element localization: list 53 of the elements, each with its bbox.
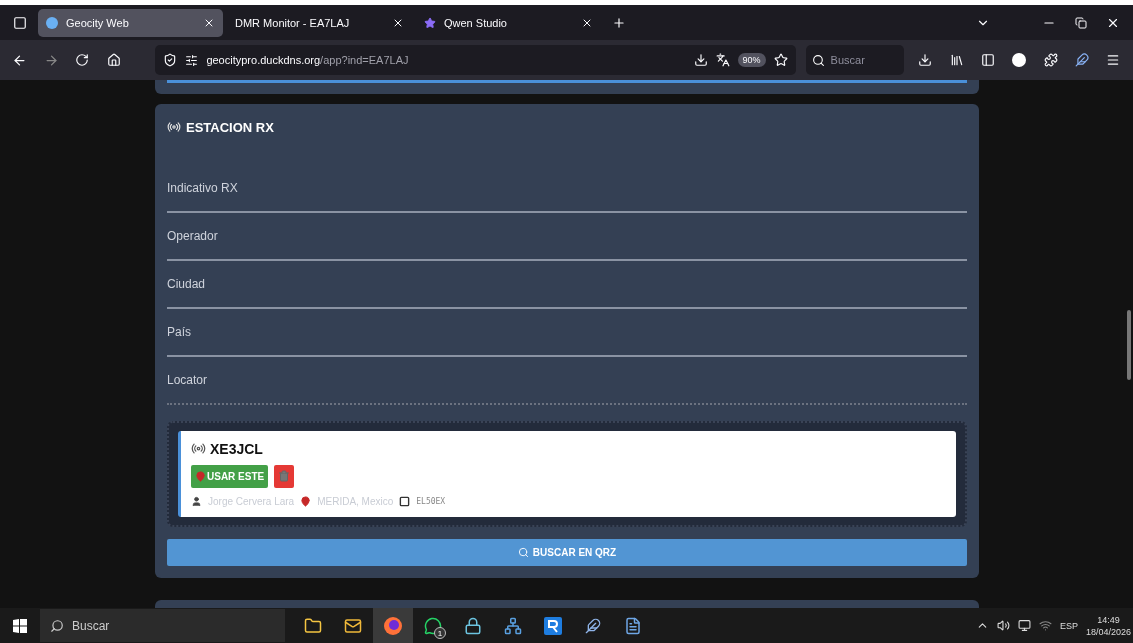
address-bar[interactable]: geocitypro.duckdns.org/app?ind=EA7LAJ 90% (155, 45, 796, 75)
locator-code: EL50EX (416, 496, 446, 506)
language-indicator[interactable]: ESP (1059, 620, 1078, 631)
input-field[interactable]: Ciudad (167, 260, 967, 309)
monitor-icon[interactable] (1017, 619, 1031, 632)
browser-tab[interactable]: Geocity Web (38, 8, 223, 37)
browser-tab[interactable]: DMR Monitor - EA7LAJ (227, 8, 412, 37)
star-logo-icon (424, 16, 436, 29)
scrollbar-thumb[interactable] (1127, 310, 1131, 380)
clock-time: 14:49 (1097, 613, 1120, 626)
input-field[interactable]: Locator (167, 356, 967, 405)
save-page-icon[interactable] (693, 53, 708, 67)
url-path: /app?ind=EA7LAJ (320, 54, 409, 66)
start-icon[interactable] (13, 618, 27, 633)
section-title: ESTACION RX (186, 119, 274, 135)
shield-icon (163, 53, 178, 67)
url-host: geocitypro.duckdns.org (206, 54, 321, 66)
folder-icon (304, 616, 322, 635)
volume-icon[interactable] (996, 619, 1010, 632)
search-field[interactable]: Buscar (805, 45, 904, 75)
delete-button[interactable] (274, 464, 295, 488)
pin-icon (195, 470, 206, 482)
document-icon (624, 616, 642, 635)
mail-icon (344, 616, 362, 635)
person-icon (191, 495, 202, 507)
clock-date: 18/04/2026 (1085, 625, 1131, 638)
permissions-icon (185, 53, 199, 67)
wifi-icon[interactable] (1038, 619, 1052, 632)
antenna-icon (167, 120, 181, 135)
translate-icon[interactable] (715, 53, 730, 67)
chat-icon (424, 616, 442, 635)
input-field[interactable]: País (167, 308, 967, 357)
pin-icon (300, 495, 312, 507)
search-icon (50, 618, 64, 633)
search-placeholder: Buscar (830, 54, 865, 66)
search-icon (517, 546, 529, 558)
network-icon (504, 616, 522, 635)
notification-badge: 1 (434, 627, 446, 639)
browser-tab[interactable]: Qwen Studio (416, 8, 601, 37)
trash-icon (278, 470, 291, 483)
feather-icon (585, 617, 601, 634)
input-field[interactable]: Operador (167, 212, 967, 261)
taskbar-search-field[interactable]: Buscar (40, 609, 285, 642)
search-icon (811, 53, 825, 67)
zoom-level[interactable]: 90% (737, 53, 766, 67)
lock-icon (464, 616, 482, 635)
app-icon (544, 616, 562, 635)
bookmark-star-icon[interactable] (773, 53, 788, 67)
square-icon (399, 495, 411, 507)
callsign: XE3JCL (210, 440, 263, 457)
taskbar-app[interactable]: 1 (413, 608, 453, 643)
input-field[interactable]: Indicativo RX (167, 164, 967, 213)
search-placeholder: Buscar (72, 618, 110, 633)
